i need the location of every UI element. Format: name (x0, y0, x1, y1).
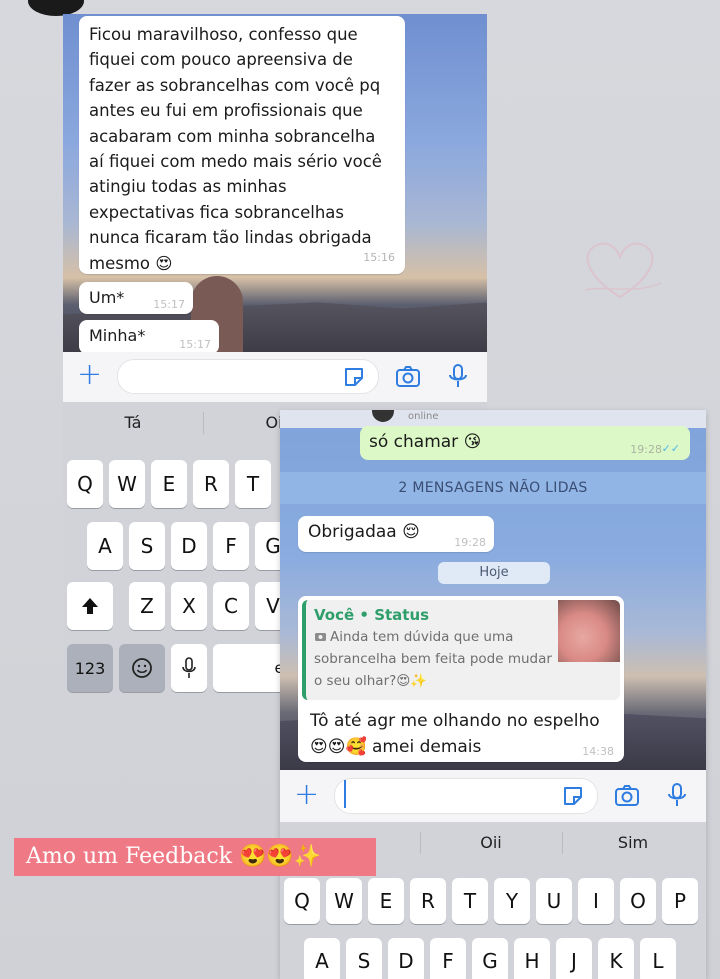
message-input-bar: + (280, 770, 706, 822)
key-s[interactable]: S (129, 522, 165, 570)
chat-area: online só chamar 😘 19:28 ✓✓ 2 MENSAGENS … (280, 410, 706, 770)
key-r[interactable]: R (410, 878, 446, 924)
key-e[interactable]: E (151, 460, 187, 508)
incoming-message[interactable]: Um* 15:17 (79, 282, 193, 314)
message-text: Um* (89, 288, 125, 307)
read-receipt-icon: ✓✓ (661, 442, 680, 455)
key-d[interactable]: D (171, 522, 207, 570)
outgoing-message[interactable]: só chamar 😘 19:28 ✓✓ (360, 426, 690, 460)
key-f[interactable]: F (213, 522, 249, 570)
emoji-icon (132, 658, 152, 678)
key-c[interactable]: C (213, 582, 249, 630)
key-u[interactable]: U (536, 878, 572, 924)
dictation-icon (182, 657, 196, 678)
dictation-key[interactable] (171, 644, 207, 692)
sticker-icon[interactable] (560, 783, 586, 809)
chat-screenshot-2: online só chamar 😘 19:28 ✓✓ 2 MENSAGENS … (280, 410, 706, 979)
message-text: só chamar 😘 (369, 432, 482, 452)
key-i[interactable]: I (578, 878, 614, 924)
quote-text-content: Ainda tem dúvida que uma sobrancelha bem… (314, 629, 552, 689)
message-input[interactable] (334, 778, 598, 814)
key-r[interactable]: R (193, 460, 229, 508)
quoted-status[interactable]: Você • Status Ainda tem dúvida que uma s… (302, 600, 620, 700)
key-e[interactable]: E (368, 878, 404, 924)
suggestion-item[interactable]: Sim (563, 822, 703, 864)
key-t[interactable]: T (235, 460, 271, 508)
suggestion-item[interactable]: Oii (421, 822, 561, 864)
key-h[interactable]: H (514, 938, 550, 979)
message-text: Obrigadaa 😌 (308, 522, 420, 542)
emoji-key[interactable] (119, 644, 165, 692)
shift-key[interactable] (67, 582, 113, 630)
message-time: 19:28 (630, 443, 662, 456)
contact-status: online (408, 411, 439, 422)
key-a[interactable]: A (304, 938, 340, 979)
key-f[interactable]: F (430, 938, 466, 979)
plus-icon[interactable]: + (77, 360, 102, 390)
key-t[interactable]: T (452, 878, 488, 924)
sticker-icon[interactable] (341, 364, 367, 390)
text-cursor (344, 780, 346, 808)
date-separator: Hoje (438, 562, 550, 584)
contact-avatar[interactable] (372, 410, 394, 422)
key-g[interactable]: G (472, 938, 508, 979)
camera-small-icon (315, 633, 326, 641)
key-j[interactable]: J (556, 938, 592, 979)
numbers-key[interactable]: 123 (67, 644, 113, 692)
key-q[interactable]: Q (284, 878, 320, 924)
message-time: 14:38 (582, 745, 614, 758)
microphone-icon[interactable] (445, 363, 471, 389)
key-w[interactable]: W (109, 460, 145, 508)
status-thumbnail (558, 600, 620, 662)
message-time: 15:16 (363, 250, 395, 264)
message-text: Minha* (89, 326, 146, 345)
camera-icon[interactable] (395, 364, 421, 390)
camera-icon[interactable] (614, 783, 640, 809)
key-y[interactable]: Y (494, 878, 530, 924)
incoming-message[interactable]: Ficou maravilhoso, confesso que fiquei c… (79, 16, 405, 274)
message-text: Tô até agr me olhando no espelho 😍😍🥰 ame… (310, 711, 600, 757)
message-input[interactable] (117, 359, 379, 394)
shift-icon (82, 598, 98, 614)
unread-messages-banner: 2 MENSAGENS NÃO LIDAS (280, 472, 706, 504)
key-l[interactable]: L (640, 938, 676, 979)
heart-doodle-icon (584, 242, 662, 299)
key-q[interactable]: Q (67, 460, 103, 508)
key-x[interactable]: X (171, 582, 207, 630)
feedback-caption: Amo um Feedback 😍😍✨ (14, 838, 376, 876)
message-text: Ficou maravilhoso, confesso que fiquei c… (89, 25, 382, 273)
incoming-message[interactable]: Minha* 15:17 (79, 320, 219, 352)
message-input-bar: + (63, 352, 487, 402)
plus-icon[interactable]: + (294, 780, 319, 810)
message-time: 15:17 (153, 298, 185, 311)
key-d[interactable]: D (388, 938, 424, 979)
suggestion-item[interactable]: Tá (63, 402, 203, 444)
key-p[interactable]: P (662, 878, 698, 924)
chat-area: Ficou maravilhoso, confesso que fiquei c… (63, 14, 487, 352)
incoming-message[interactable]: Obrigadaa 😌 19:28 (298, 516, 494, 552)
incoming-reply-message[interactable]: Você • Status Ainda tem dúvida que uma s… (298, 596, 624, 762)
microphone-icon[interactable] (664, 782, 690, 808)
key-k[interactable]: K (598, 938, 634, 979)
key-a[interactable]: A (87, 522, 123, 570)
message-time: 15:17 (179, 338, 211, 351)
key-s[interactable]: S (346, 938, 382, 979)
message-time: 19:28 (454, 536, 486, 549)
quote-text: Ainda tem dúvida que uma sobrancelha bem… (314, 626, 554, 692)
key-o[interactable]: O (620, 878, 656, 924)
key-z[interactable]: Z (129, 582, 165, 630)
key-w[interactable]: W (326, 878, 362, 924)
